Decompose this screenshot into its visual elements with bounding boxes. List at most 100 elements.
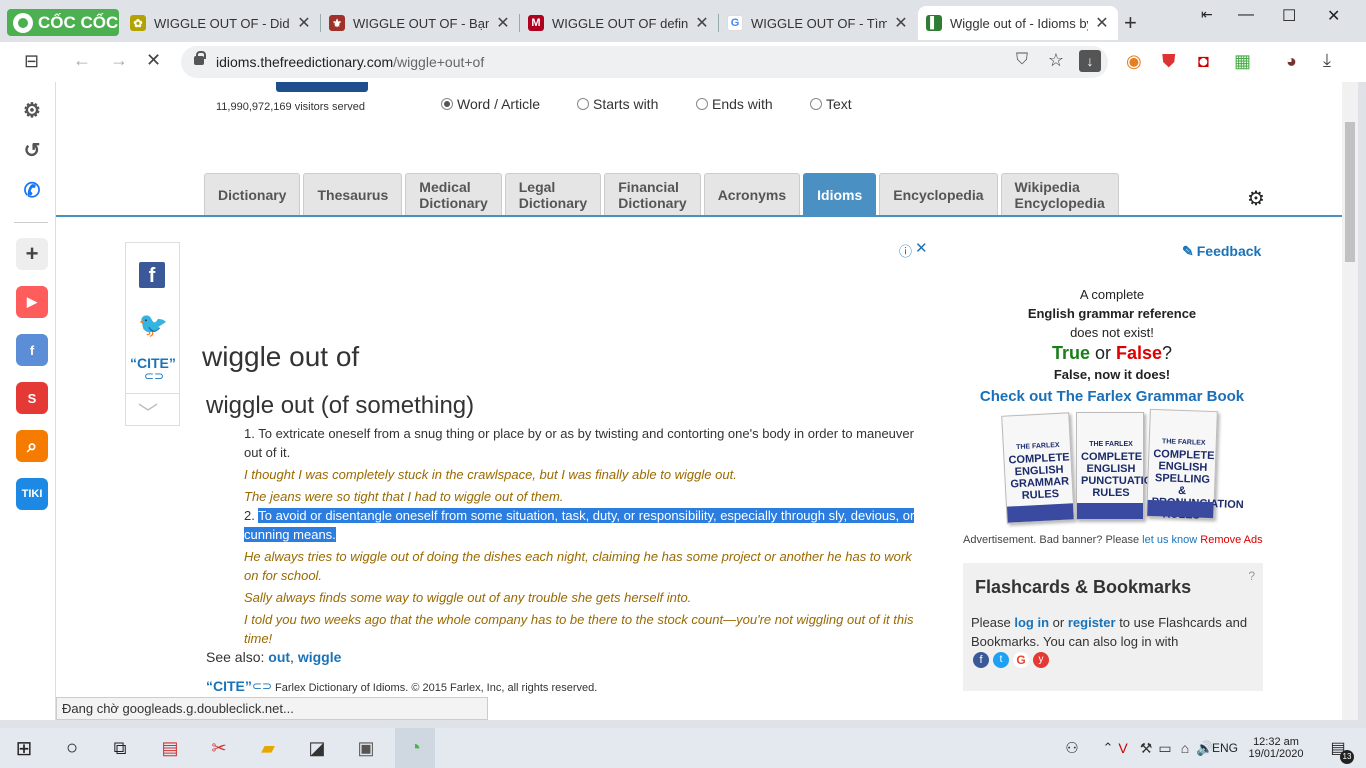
browser-tab-2[interactable]: ⚜ WIGGLE OUT OF - Bạn đã c ✕	[321, 6, 519, 40]
maximize-icon[interactable]: ☐	[1282, 6, 1296, 26]
tab-thesaurus[interactable]: Thesaurus	[303, 173, 403, 215]
definition-text-selected: To avoid or disentangle oneself from som…	[244, 508, 915, 542]
tiki-icon[interactable]: TIKI	[16, 478, 48, 510]
close-window-icon[interactable]: ✕	[1327, 6, 1340, 26]
coccoc-taskbar-icon[interactable]: ◔	[395, 728, 435, 768]
close-tab-icon[interactable]: ✕	[296, 13, 312, 33]
taskbar-app-1-icon[interactable]: ▤	[150, 728, 190, 768]
grammar-ad[interactable]: A complete English grammar reference doe…	[961, 285, 1263, 406]
ad-cta-link[interactable]: Check out The Farlex Grammar Book	[961, 387, 1263, 406]
profile-avatar[interactable]: ◕	[1286, 51, 1297, 72]
browser-tab-3[interactable]: M WIGGLE OUT OF definition ✕	[520, 6, 718, 40]
expand-chevron-icon[interactable]: ﹀	[138, 397, 158, 426]
restore-tabs-icon[interactable]: ⇤	[1201, 6, 1213, 23]
download-page-icon[interactable]: ↓	[1079, 50, 1101, 72]
adchoices-icon[interactable]: ⓘ	[899, 241, 912, 260]
page-scrollbar[interactable]	[1342, 82, 1358, 720]
tab-medical[interactable]: Medical Dictionary	[405, 173, 502, 215]
browser-tab-1[interactable]: ✿ WIGGLE OUT OF - Did you ✕	[122, 6, 320, 40]
close-tab-icon[interactable]: ✕	[893, 13, 909, 33]
register-link[interactable]: register	[1068, 615, 1116, 630]
flashcards-help[interactable]: ?	[1248, 569, 1255, 583]
clock-date: 19/01/2020	[1248, 748, 1304, 760]
messenger-icon[interactable]: ✆	[16, 174, 48, 206]
remove-ads-link[interactable]: Remove Ads	[1200, 534, 1262, 546]
see-also-link-out[interactable]: out	[268, 649, 290, 665]
radio-label: Text	[826, 96, 852, 112]
login-link[interactable]: log in	[1014, 615, 1049, 630]
see-also-link-wiggle[interactable]: wiggle	[298, 649, 342, 665]
tab-idioms[interactable]: Idioms	[803, 173, 877, 215]
tab-financial[interactable]: Financial Dictionary	[604, 173, 701, 215]
browser-tab-active[interactable]: ▌ Wiggle out of - Idioms by T ✕	[918, 6, 1118, 40]
search-icon[interactable]: ⌕	[16, 430, 48, 462]
flashcards-text: Please log in or register to use Flashca…	[971, 613, 1257, 651]
task-view-icon[interactable]: ⧉	[100, 728, 140, 768]
tab-favicon-icon: ▌	[926, 15, 942, 31]
youtube-icon[interactable]: ▶	[16, 286, 48, 318]
tab-dictionary[interactable]: Dictionary	[204, 173, 301, 215]
radio-label: Starts with	[593, 96, 659, 112]
taskbar-app-5-icon[interactable]: ▣	[346, 728, 386, 768]
bookmark-star-icon[interactable]: ☆	[1048, 50, 1064, 71]
google-login-icon[interactable]: G	[1013, 652, 1029, 668]
tab-encyclopedia[interactable]: Encyclopedia	[879, 173, 998, 215]
add-shortcut-icon[interactable]: +	[16, 238, 48, 270]
extension-3-icon[interactable]: ◘	[1198, 51, 1209, 72]
clock[interactable]: 12:32 am 19/01/2020	[1246, 728, 1306, 768]
tab-legal[interactable]: Legal Dictionary	[504, 173, 602, 215]
stop-loading-icon[interactable]: ✕	[146, 50, 161, 71]
cite-button[interactable]: “CITE”	[206, 678, 252, 694]
close-tab-icon[interactable]: ✕	[694, 13, 710, 33]
radio-word-article[interactable]: Word / Article	[441, 96, 540, 112]
radio-ends-with[interactable]: Ends with	[696, 96, 773, 112]
facebook-icon[interactable]: f	[16, 334, 48, 366]
language-indicator[interactable]: ENG	[1207, 728, 1243, 768]
action-center-icon[interactable]: ▤ 13	[1318, 728, 1358, 768]
twitter-share-icon[interactable]: 🐦	[138, 311, 168, 340]
windows-start-icon[interactable]: ⊞	[4, 728, 44, 768]
address-bar[interactable]: idioms.thefreedictionary.com/wiggle+out+…	[181, 46, 1108, 78]
definition-2: 2. To avoid or disentangle oneself from …	[244, 506, 916, 544]
tab-label: Dictionary	[518, 194, 588, 211]
forward-icon[interactable]: →	[110, 50, 128, 71]
sidebar-toggle-icon[interactable]: ⊟	[24, 51, 39, 72]
facebook-share-icon[interactable]: f	[139, 262, 165, 288]
feedback-link[interactable]: ✎ Feedback	[1182, 243, 1261, 260]
settings-gear-icon[interactable]: ⚙	[16, 94, 48, 126]
notification-badge: 13	[1340, 750, 1354, 764]
close-tab-icon[interactable]: ✕	[1094, 13, 1110, 33]
site-settings-gear-icon[interactable]: ⚙	[1247, 186, 1265, 211]
facebook-login-icon[interactable]: f	[973, 652, 989, 668]
downloads-icon[interactable]: ⤓	[1323, 50, 1331, 71]
taskbar-app-4-icon[interactable]: ◪	[297, 728, 337, 768]
coccoc-brand-button[interactable]: CỐC CỐC	[7, 9, 119, 36]
tab-acronyms[interactable]: Acronyms	[703, 173, 801, 215]
tab-wikipedia[interactable]: Wikipedia Encyclopedia	[1000, 173, 1119, 215]
history-icon[interactable]: ↺	[16, 134, 48, 166]
back-icon[interactable]: ←	[73, 50, 91, 71]
close-ad-icon[interactable]: ✕	[915, 239, 928, 257]
close-tab-icon[interactable]: ✕	[495, 13, 511, 33]
yahoo-login-icon[interactable]: y	[1033, 652, 1049, 668]
new-tab-icon[interactable]: +	[1124, 10, 1137, 36]
shopee-icon[interactable]: S	[16, 382, 48, 414]
radio-starts-with[interactable]: Starts with	[577, 96, 658, 112]
dictionary-tabs: Dictionary Thesaurus Medical Dictionary L…	[204, 173, 1119, 215]
extension-4-icon[interactable]: ▦	[1234, 51, 1251, 72]
coccoc-logo-icon	[13, 12, 33, 33]
browser-tab-4[interactable]: G WIGGLE OUT OF - Tìm với C ✕	[719, 6, 917, 40]
tab-label: Financial	[618, 178, 679, 195]
minimize-icon[interactable]: —	[1238, 6, 1254, 24]
scrollbar-thumb[interactable]	[1345, 122, 1355, 262]
shield-icon[interactable]: ⛉	[1016, 51, 1028, 69]
radio-text[interactable]: Text	[810, 96, 852, 112]
extension-2-icon[interactable]: ⛊	[1162, 51, 1176, 72]
people-icon[interactable]: ⚇	[1052, 728, 1092, 768]
let-us-know-link[interactable]: let us know	[1142, 534, 1197, 546]
twitter-login-icon[interactable]: t	[993, 652, 1009, 668]
file-explorer-icon[interactable]: ▰	[248, 728, 288, 768]
extension-1-icon[interactable]: ◉	[1126, 51, 1142, 72]
cortana-search-icon[interactable]: ○	[52, 728, 92, 768]
taskbar-app-2-icon[interactable]: ✂	[199, 728, 239, 768]
